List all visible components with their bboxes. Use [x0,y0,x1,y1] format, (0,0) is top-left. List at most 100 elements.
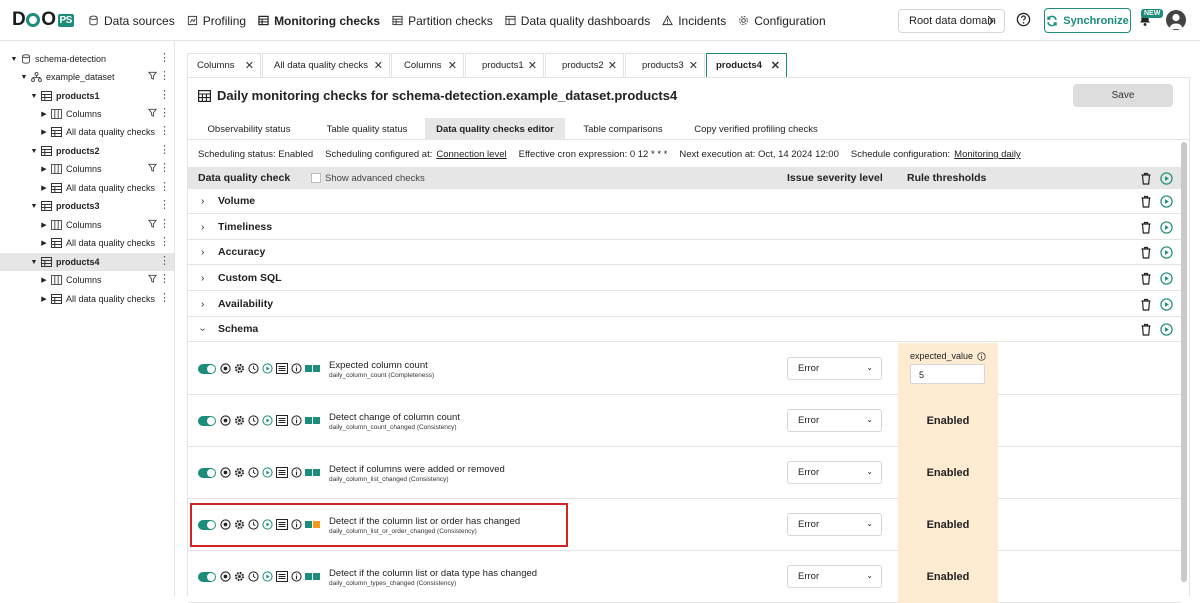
expand-arrow-icon[interactable]: ▼ [30,148,38,155]
more-icon[interactable]: ⋮ [159,199,170,211]
category-accuracy[interactable]: › Accuracy [188,240,1181,265]
monitoring-daily-link[interactable]: Monitoring daily [954,149,1021,160]
tree-table-products2[interactable]: ▼ products2 ⋮ [0,142,174,160]
tree-columns[interactable]: ▶ Columns ⋮ [0,160,174,178]
subtab-checks-editor[interactable]: Data quality checks editor [425,118,565,140]
tab-all-checks[interactable]: All data quality checks ✕ [262,53,390,77]
close-icon[interactable]: ✕ [771,59,780,72]
more-icon[interactable]: ⋮ [159,125,170,137]
more-icon[interactable]: ⋮ [159,70,170,82]
gear-icon[interactable] [234,467,245,478]
results-icon[interactable] [276,415,288,426]
tree-all-checks[interactable]: ▶ All data quality checks ⋮ [0,234,174,252]
info-icon[interactable] [291,363,302,374]
gear-icon[interactable] [234,571,245,582]
nav-data-sources[interactable]: Data sources [88,14,175,28]
run-icon[interactable] [262,467,273,478]
more-icon[interactable]: ⋮ [159,89,170,101]
run-icon[interactable] [1160,271,1173,285]
tab-products4[interactable]: products4 ✕ [706,53,787,78]
tree-table-products4[interactable]: ▼ products4 ⋮ [0,253,174,271]
connection-level-link[interactable]: Connection level [436,149,506,160]
tree-columns[interactable]: ▶ Columns ⋮ [0,271,174,289]
category-timeliness[interactable]: › Timeliness [188,215,1181,240]
trash-icon[interactable] [1140,246,1152,259]
more-icon[interactable]: ⋮ [159,218,170,230]
expand-arrow-icon[interactable]: ▶ [40,239,48,247]
expand-arrow-icon[interactable]: ▶ [40,295,48,303]
results-icon[interactable] [276,571,288,582]
expand-arrow-icon[interactable]: ▼ [30,93,38,100]
category-schema[interactable]: › Schema [188,317,1181,342]
more-icon[interactable]: ⋮ [159,255,170,267]
tab-products3[interactable]: products3 ✕ [625,53,705,77]
severity-select[interactable]: Error ⌄ [787,513,882,536]
more-icon[interactable]: ⋮ [159,144,170,156]
filter-icon[interactable] [148,108,157,117]
disable-icon[interactable] [220,467,231,478]
more-icon[interactable]: ⋮ [159,236,170,248]
more-icon[interactable]: ⋮ [159,292,170,304]
expand-arrow-icon[interactable]: ▼ [30,203,38,210]
more-icon[interactable]: ⋮ [159,162,170,174]
filter-icon[interactable] [148,274,157,283]
tab-columns[interactable]: Columns ✕ [187,53,261,77]
clock-icon[interactable] [248,467,259,478]
severity-select[interactable]: Error ⌄ [787,461,882,484]
close-icon[interactable]: ✕ [245,59,254,72]
root-domain-button[interactable]: Root data domain [898,9,1005,33]
help-icon[interactable] [1016,12,1031,27]
gear-icon[interactable] [234,415,245,426]
run-icon[interactable] [262,571,273,582]
category-volume[interactable]: › Volume [188,189,1181,214]
expand-arrow-icon[interactable]: ▶ [40,276,48,284]
close-icon[interactable]: ✕ [528,59,537,72]
severity-select[interactable]: Error ⌄ [787,357,882,380]
trash-icon[interactable] [1140,221,1152,234]
more-icon[interactable]: ⋮ [159,107,170,119]
tree-table-products1[interactable]: ▼ products1 ⋮ [0,87,174,105]
more-icon[interactable]: ⋮ [159,52,170,64]
filter-icon[interactable] [148,219,157,228]
results-icon[interactable] [276,363,288,374]
run-icon[interactable] [1160,297,1173,311]
subtab-table-comparisons[interactable]: Table comparisons [565,118,681,140]
nav-partition-checks[interactable]: Partition checks [392,14,493,28]
expand-arrow-icon[interactable]: ▼ [10,56,18,63]
filter-icon[interactable] [148,71,157,80]
trash-icon[interactable] [1140,172,1152,185]
scrollbar[interactable] [1181,142,1187,582]
synchronize-button[interactable]: Synchronize [1044,8,1131,33]
tree-schema[interactable]: ▼ example_dataset ⋮ [0,68,174,86]
trash-icon[interactable] [1140,323,1152,336]
run-icon[interactable] [1160,220,1173,234]
trash-icon[interactable] [1140,272,1152,285]
tree-table-products3[interactable]: ▼ products3 ⋮ [0,197,174,215]
nav-configuration[interactable]: Configuration [738,14,826,28]
expand-arrow-icon[interactable]: ▼ [30,259,38,266]
avatar[interactable] [1166,10,1186,30]
nav-dashboards[interactable]: Data quality dashboards [505,14,650,28]
severity-select[interactable]: Error ⌄ [787,565,882,588]
tree-connection[interactable]: ▼ schema-detection ⋮ [0,50,174,68]
expected-value-input[interactable]: 5 [910,364,985,384]
results-icon[interactable] [276,467,288,478]
tab-products2[interactable]: products2 ✕ [545,53,624,77]
expand-arrow-icon[interactable]: ▶ [40,165,48,173]
severity-select[interactable]: Error ⌄ [787,409,882,432]
subtab-copy-profiling[interactable]: Copy verified profiling checks [681,118,831,140]
clock-icon[interactable] [248,415,259,426]
expand-arrow-icon[interactable]: ▶ [40,221,48,229]
run-icon[interactable] [1160,322,1173,336]
close-icon[interactable]: ✕ [608,59,617,72]
subtab-table-quality[interactable]: Table quality status [309,118,425,140]
clock-icon[interactable] [248,363,259,374]
advanced-checks-toggle[interactable]: Show advanced checks [311,173,425,184]
expand-arrow-icon[interactable]: ▼ [20,74,28,81]
tree-columns[interactable]: ▶ Columns ⋮ [0,216,174,234]
more-icon[interactable]: ⋮ [159,273,170,285]
filter-icon[interactable] [148,163,157,172]
nav-profiling[interactable]: Profiling [187,14,246,28]
run-icon[interactable] [1160,245,1173,259]
nav-monitoring-checks[interactable]: Monitoring checks [258,14,380,28]
